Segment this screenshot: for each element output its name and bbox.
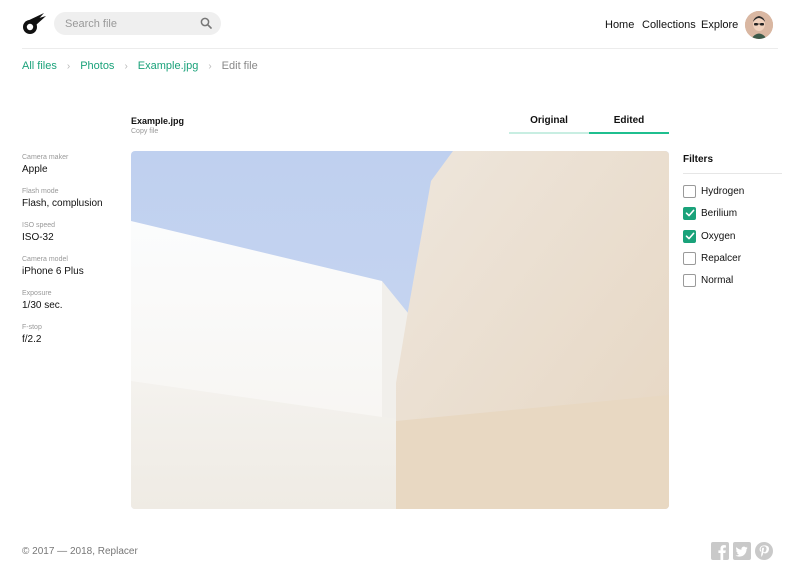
footer-copyright: © 2017 — 2018, Replacer: [22, 546, 138, 557]
breadcrumb-current: Edit file: [221, 60, 258, 72]
meta-camera-model: Camera model iPhone 6 Plus: [22, 256, 84, 277]
filters-title: Filters: [683, 154, 714, 165]
filter-label: Oxygen: [701, 230, 736, 242]
meta-value: 1/30 sec.: [22, 300, 63, 311]
filter-berilium[interactable]: Berilium: [683, 206, 737, 220]
meta-label: Flash mode: [22, 188, 59, 195]
pinterest-icon[interactable]: [755, 542, 773, 560]
breadcrumb-all-files[interactable]: All files: [22, 60, 57, 72]
facebook-icon[interactable]: [711, 542, 729, 560]
meta-f-stop: F-stop f/2.2: [22, 324, 42, 345]
filter-repalcer[interactable]: Repalcer: [683, 251, 741, 265]
filter-hydrogen[interactable]: Hydrogen: [683, 184, 744, 198]
avatar[interactable]: [745, 11, 773, 39]
meta-value: Apple: [22, 164, 48, 175]
filter-checkbox[interactable]: [683, 273, 696, 287]
meta-flash-mode: Flash mode Flash, complusion: [22, 188, 103, 209]
nav-collections[interactable]: Collections: [642, 19, 696, 31]
meta-value: Flash, complusion: [22, 198, 103, 209]
filter-checkbox[interactable]: [683, 251, 696, 265]
filter-normal[interactable]: Normal: [683, 273, 733, 287]
meta-value: iPhone 6 Plus: [22, 266, 84, 277]
filter-label: Normal: [701, 274, 734, 286]
filters-divider: [683, 173, 782, 174]
meta-label: F-stop: [22, 324, 42, 331]
filter-checkbox[interactable]: [683, 229, 696, 243]
nav-explore[interactable]: Explore: [701, 19, 738, 31]
file-name: Example.jpg: [131, 116, 185, 126]
search-bar[interactable]: [54, 12, 221, 35]
tab-edited[interactable]: Edited: [589, 115, 669, 134]
meta-label: ISO speed: [22, 222, 56, 229]
breadcrumb: All files › Photos › Example.jpg › Edit …: [22, 60, 258, 72]
search-input[interactable]: [65, 15, 195, 32]
checkmark-icon: [685, 209, 694, 217]
filter-checkbox[interactable]: [683, 206, 696, 220]
meta-label: Camera maker: [22, 154, 69, 161]
copy-file-link[interactable]: Copy file: [131, 128, 158, 135]
meta-iso-speed: ISO speed ISO-32: [22, 222, 55, 243]
nav-home[interactable]: Home: [605, 19, 634, 31]
filter-oxygen[interactable]: Oxygen: [683, 229, 735, 243]
header: Home Collections Explore: [0, 0, 800, 48]
checkmark-icon: [685, 232, 694, 240]
chevron-right-icon: ›: [124, 60, 128, 72]
twitter-icon[interactable]: [733, 542, 751, 560]
chevron-right-icon: ›: [66, 60, 71, 72]
breadcrumb-photos[interactable]: Photos: [80, 60, 114, 72]
meta-camera-maker: Camera maker Apple: [22, 154, 68, 175]
search-icon[interactable]: [200, 17, 212, 29]
filter-checkbox[interactable]: [683, 184, 696, 198]
meta-label: Exposure: [22, 290, 52, 297]
tab-original[interactable]: Original: [509, 115, 589, 134]
chevron-right-icon: ›: [208, 60, 212, 72]
meta-value: ISO-32: [22, 232, 54, 243]
meta-label: Camera model: [22, 256, 68, 263]
breadcrumb-example-jpg[interactable]: Example.jpg: [138, 60, 199, 72]
header-divider: [22, 48, 778, 49]
logo-comet-icon[interactable]: [22, 12, 48, 36]
meta-value: f/2.2: [22, 334, 42, 345]
filter-label: Berilium: [701, 207, 738, 219]
meta-exposure: Exposure 1/30 sec.: [22, 290, 63, 311]
photo-preview: [131, 151, 669, 509]
filter-label: Hydrogen: [701, 185, 745, 197]
filter-label: Repalcer: [701, 252, 742, 264]
